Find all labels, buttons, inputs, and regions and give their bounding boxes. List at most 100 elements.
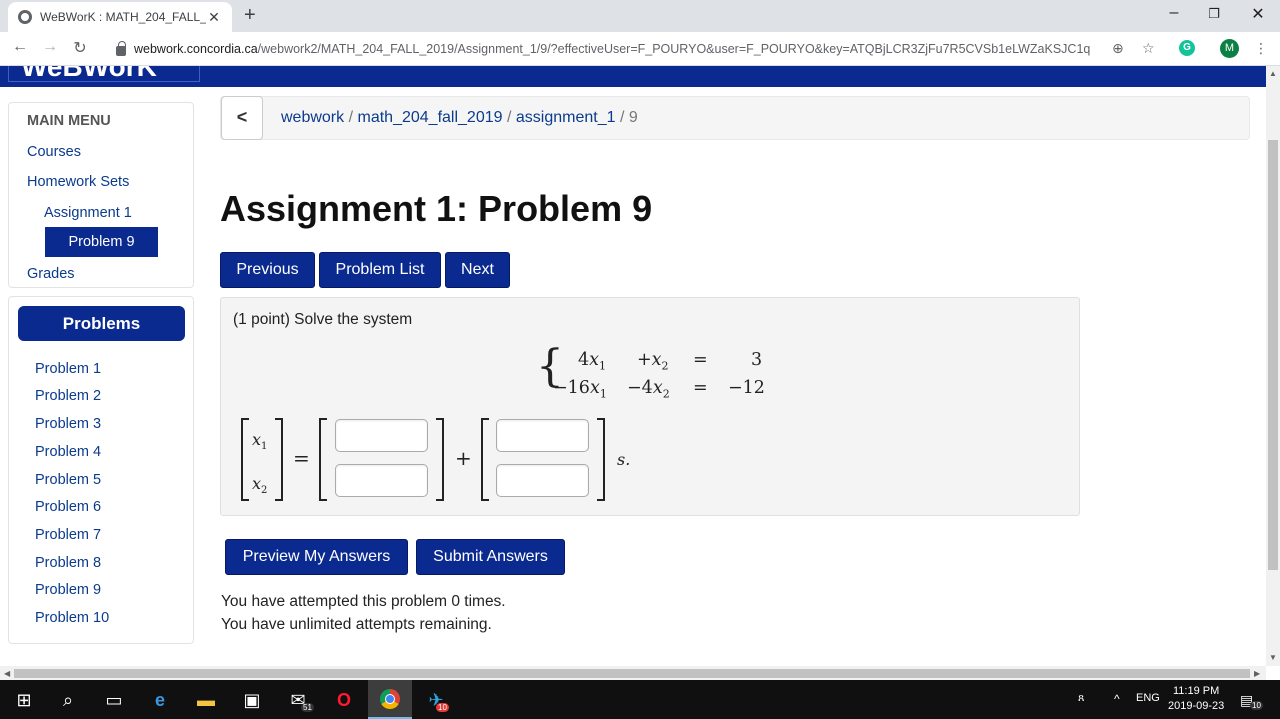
problem-link[interactable]: Problem 10 (35, 610, 109, 626)
breadcrumb-link-webwork[interactable]: webwork (281, 109, 344, 126)
breadcrumb-separator: / (506, 109, 512, 126)
site-favicon-icon (18, 10, 32, 24)
webwork-logo[interactable]: WeBWorK (8, 66, 200, 82)
windows-taskbar (0, 680, 1280, 719)
chrome-taskbar-button[interactable] (368, 680, 412, 719)
reload-icon[interactable]: ↻ (70, 38, 90, 58)
menu-link-homework-sets[interactable]: Homework Sets (27, 174, 129, 190)
scroll-down-arrow-icon[interactable]: ▼ (1269, 653, 1277, 662)
tray-chevron-icon[interactable]: ^ (1114, 692, 1120, 706)
problem-link[interactable]: Problem 2 (35, 388, 101, 404)
next-button[interactable]: Next (445, 252, 510, 288)
menu-link-courses[interactable]: Courses (27, 144, 81, 160)
back-arrow-icon[interactable]: ← (10, 38, 30, 56)
parameter-s: s. (617, 450, 631, 469)
chrome-icon (380, 689, 400, 709)
horizontal-scrollbar-thumb[interactable] (14, 669, 1250, 678)
forward-arrow-icon[interactable]: → (40, 38, 60, 56)
mail-badge: 51 (301, 703, 314, 712)
windows-start-icon[interactable]: ⊞ (12, 690, 36, 711)
answer-input-2[interactable] (335, 464, 428, 497)
plus-sign: + (455, 446, 472, 470)
submit-answers-button[interactable]: Submit Answers (416, 539, 565, 575)
answer-input-1[interactable] (335, 419, 428, 452)
url-path: /webwork2/MATH_204_FALL_2019/Assignment_… (257, 42, 1091, 56)
system-clock[interactable]: 11:19 PM 2019-09-23 (1168, 684, 1224, 714)
menu-link-grades[interactable]: Grades (27, 266, 75, 282)
problem-link[interactable]: Problem 8 (35, 555, 101, 571)
problem-link[interactable]: Problem 1 (35, 361, 101, 377)
window-close-icon[interactable]: ✕ (1248, 4, 1268, 24)
attempts-remaining-text: You have unlimited attempts remaining. (221, 616, 492, 633)
problem-link[interactable]: Problem 9 (35, 582, 101, 598)
tab-close-icon[interactable]: ✕ (206, 9, 222, 26)
answer-input-4[interactable] (496, 464, 589, 497)
eq2-equals: = (693, 378, 708, 398)
new-tab-icon[interactable]: + (244, 4, 256, 27)
right-bracket (275, 418, 283, 501)
lock-icon (116, 41, 126, 56)
task-view-icon[interactable]: ▭ (102, 690, 126, 711)
page-title: Assignment 1: Problem 9 (220, 188, 653, 229)
right-bracket (436, 418, 444, 501)
minimize-icon[interactable]: – (1164, 4, 1184, 22)
right-bracket (597, 418, 605, 501)
input-language[interactable]: ENG (1136, 692, 1160, 704)
answer-input-3[interactable] (496, 419, 589, 452)
problem-link[interactable]: Problem 7 (35, 527, 101, 543)
search-icon[interactable]: ⌕ (56, 690, 80, 711)
left-bracket (241, 418, 249, 501)
bookmark-star-icon[interactable]: ☆ (1142, 40, 1155, 57)
tab-title: WeBWorK : MATH_204_FALL_2019 : Assignmen… (40, 10, 206, 24)
attempts-count-text: You have attempted this problem 0 times. (221, 593, 506, 610)
main-menu: MAIN MENU Courses Homework Sets Assignme… (8, 102, 194, 288)
vertical-scrollbar-thumb[interactable] (1268, 140, 1278, 570)
problem-link[interactable]: Problem 6 (35, 499, 101, 515)
breadcrumb-back-button[interactable]: < (221, 96, 263, 140)
address-bar[interactable]: webwork.concordia.ca /webwork2/MATH_204_… (106, 35, 1170, 63)
clock-date: 2019-09-23 (1168, 700, 1225, 712)
breadcrumb-link-assignment[interactable]: assignment_1 (516, 109, 616, 126)
file-explorer-icon[interactable]: ▬ (194, 690, 218, 711)
eq1-rhs: 3 (751, 350, 763, 370)
browser-menu-icon[interactable]: ⋮ (1254, 40, 1268, 57)
scroll-up-arrow-icon[interactable]: ▲ (1269, 69, 1277, 78)
equals-sign: = (293, 446, 310, 470)
profile-avatar[interactable]: M (1220, 39, 1239, 58)
scroll-left-arrow-icon[interactable]: ◀ (4, 669, 10, 678)
breadcrumb-trail: webwork / math_204_fall_2019 / assignmen… (281, 109, 638, 127)
problem-link[interactable]: Problem 5 (35, 472, 101, 488)
breadcrumb-link-course[interactable]: math_204_fall_2019 (358, 109, 503, 126)
problem-statement: (1 point) Solve the system (233, 311, 413, 328)
eq1-term1: 4x1 (578, 350, 607, 373)
eq2-term2: −4x2 (627, 378, 670, 401)
restore-icon[interactable]: ❐ (1204, 6, 1224, 22)
problem-list-button[interactable]: Problem List (319, 252, 441, 288)
problem-link[interactable]: Problem 4 (35, 444, 101, 460)
browser-toolbar: ← → ↻ webwork.concordia.ca /webwork2/MAT… (0, 32, 1280, 66)
opera-icon[interactable]: O (332, 690, 356, 711)
scroll-right-arrow-icon[interactable]: ▶ (1254, 669, 1260, 678)
people-icon[interactable]: ጸ (1078, 692, 1084, 705)
breadcrumb-separator: / (348, 109, 354, 126)
problems-panel: Problems Problem 1 Problem 2 Problem 3 P… (8, 296, 194, 644)
breadcrumb: < webwork / math_204_fall_2019 / assignm… (220, 96, 1250, 140)
notification-badge: 10 (1250, 701, 1263, 710)
browser-tab-strip: WeBWorK : MATH_204_FALL_2019 : Assignmen… (0, 0, 1280, 32)
breadcrumb-separator: / (619, 109, 625, 126)
eq2-term1: −16x1 (553, 378, 607, 401)
problem-link[interactable]: Problem 3 (35, 416, 101, 432)
previous-button[interactable]: Previous (220, 252, 315, 288)
edge-browser-icon[interactable]: e (148, 690, 172, 711)
problems-button[interactable]: Problems (18, 306, 185, 341)
browser-tab[interactable]: WeBWorK : MATH_204_FALL_2019 : Assignmen… (8, 2, 232, 32)
zoom-icon[interactable]: ⊕ (1112, 40, 1124, 57)
menu-link-assignment[interactable]: Assignment 1 (44, 205, 132, 221)
preview-answers-button[interactable]: Preview My Answers (225, 539, 408, 575)
left-bracket (481, 418, 489, 501)
store-icon[interactable]: ▣ (240, 690, 264, 711)
problem-body: (1 point) Solve the system { 4x1 +x2 = 3… (220, 297, 1080, 516)
eq1-equals: = (693, 350, 708, 370)
menu-link-current-problem[interactable]: Problem 9 (45, 227, 158, 257)
grammarly-extension-icon[interactable]: G (1179, 40, 1195, 56)
